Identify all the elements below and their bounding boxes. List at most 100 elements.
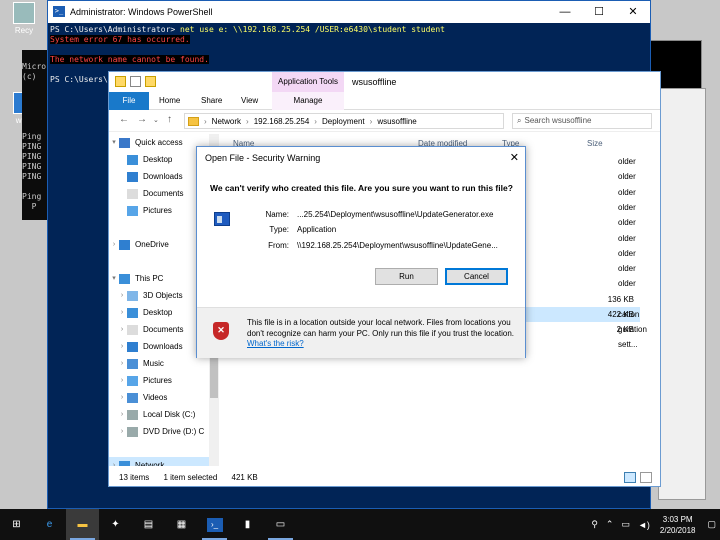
chevron-right-icon: › bbox=[314, 116, 317, 126]
taskbar-server-manager[interactable]: ▦ bbox=[165, 509, 198, 540]
nav-item-label: Desktop bbox=[143, 155, 173, 164]
chevron-right-icon[interactable]: › bbox=[117, 389, 127, 406]
breadcrumb-item[interactable]: Deployment bbox=[322, 117, 365, 126]
nav-item-desktop[interactable]: › Desktop bbox=[109, 304, 209, 321]
desktop-icon-recycle-bin[interactable]: Recy bbox=[4, 2, 44, 35]
column-size[interactable]: Size bbox=[587, 139, 603, 148]
chevron-right-icon[interactable]: › bbox=[117, 304, 127, 321]
nav-item-local-disk-c[interactable]: › Local Disk (C:) bbox=[109, 406, 209, 423]
properties-icon[interactable] bbox=[130, 76, 141, 87]
app-icon: ✦ bbox=[111, 519, 120, 530]
chevron-right-icon[interactable]: › bbox=[117, 287, 127, 304]
nav-item-3d-objects[interactable]: › 3D Objects bbox=[109, 287, 209, 304]
nav-item-documents[interactable]: Documents bbox=[109, 185, 209, 202]
taskbar-app-1[interactable]: ✦ bbox=[99, 509, 132, 540]
taskbar-edge[interactable]: e bbox=[33, 509, 66, 540]
taskbar-explorer[interactable]: ▬ bbox=[66, 509, 99, 540]
taskbar-app-2[interactable]: ▮ bbox=[231, 509, 264, 540]
tab-view[interactable]: View bbox=[241, 92, 258, 110]
up-button[interactable]: ↑ bbox=[167, 114, 172, 125]
nav-item-label: OneDrive bbox=[135, 240, 169, 249]
nav-item-documents[interactable]: › Documents bbox=[109, 321, 209, 338]
nav-item-downloads[interactable]: › Downloads bbox=[109, 338, 209, 355]
close-button[interactable]: ✕ bbox=[616, 1, 650, 23]
maximize-button[interactable]: ☐ bbox=[582, 1, 616, 23]
tab-file[interactable]: File bbox=[109, 92, 149, 110]
close-icon[interactable]: ✕ bbox=[510, 147, 519, 169]
people-icon[interactable]: ⚲ bbox=[591, 519, 598, 530]
chevron-right-icon[interactable]: › bbox=[117, 423, 127, 440]
start-button[interactable]: ⊞ bbox=[0, 509, 33, 540]
folder-icon: ▬ bbox=[77, 519, 88, 530]
background-window[interactable] bbox=[658, 88, 706, 500]
nav-item-desktop[interactable]: Desktop bbox=[109, 151, 209, 168]
chevron-right-icon: › bbox=[204, 116, 207, 126]
address-row: ← → ⌄ ↑ › Network › 192.168.25.254 › Dep… bbox=[109, 110, 660, 132]
chevron-down-icon[interactable]: ▾ bbox=[109, 270, 119, 287]
recent-locations-chevron-icon[interactable]: ⌄ bbox=[153, 116, 159, 124]
ribbon-tabs: File Home Share View Manage bbox=[109, 92, 660, 110]
navigation-pane[interactable]: ▾ Quick access Desktop Downloads Documents Pi… bbox=[109, 134, 209, 466]
search-placeholder: Search wsusoffline bbox=[524, 116, 592, 125]
chevron-right-icon[interactable]: › bbox=[117, 372, 127, 389]
network-icon[interactable]: ▭ bbox=[621, 519, 630, 530]
tab-share[interactable]: Share bbox=[201, 92, 222, 110]
desktop-icon bbox=[127, 307, 138, 318]
large-icons-view-icon[interactable] bbox=[640, 472, 652, 483]
nav-item-label: Music bbox=[143, 359, 164, 368]
nav-item-network[interactable]: › Network bbox=[109, 457, 209, 466]
file-size: 422 KB bbox=[607, 310, 634, 319]
breadcrumb-item[interactable]: Network bbox=[212, 117, 241, 126]
item-count: 13 items bbox=[119, 473, 150, 482]
nav-item-dvd-drive-d-c[interactable]: › DVD Drive (D:) C bbox=[109, 423, 209, 440]
chevron-right-icon[interactable]: › bbox=[109, 236, 119, 253]
chevron-down-icon[interactable]: ▾ bbox=[109, 134, 119, 151]
chevron-up-icon[interactable]: ⌃ bbox=[606, 519, 614, 530]
taskbar-notepad[interactable]: ▤ bbox=[132, 509, 165, 540]
taskbar-cmd[interactable]: ▭ bbox=[264, 509, 297, 540]
whats-the-risk-link[interactable]: What's the risk? bbox=[247, 339, 304, 348]
chevron-right-icon[interactable]: › bbox=[117, 338, 127, 355]
tab-home[interactable]: Home bbox=[159, 92, 180, 110]
run-button[interactable]: Run bbox=[375, 268, 438, 285]
nav-item-this-pc[interactable]: ▾ This PC bbox=[109, 270, 209, 287]
file-type: older bbox=[618, 172, 636, 182]
chevron-right-icon[interactable]: › bbox=[109, 457, 119, 466]
tab-manage[interactable]: Manage bbox=[272, 92, 344, 110]
folder-icon[interactable] bbox=[115, 76, 126, 87]
nav-item-pictures[interactable]: Pictures bbox=[109, 202, 209, 219]
breadcrumb-item[interactable]: 192.168.25.254 bbox=[254, 117, 310, 126]
nav-item-onedrive[interactable]: › OneDrive bbox=[109, 236, 209, 253]
cancel-button[interactable]: Cancel bbox=[445, 268, 508, 285]
taskbar-powershell[interactable]: ›_ bbox=[198, 509, 231, 540]
file-type: older bbox=[618, 279, 636, 289]
app-icon: ▮ bbox=[244, 519, 251, 530]
back-button[interactable]: ← bbox=[119, 114, 129, 125]
nav-item-music[interactable]: › Music bbox=[109, 355, 209, 372]
notifications-icon[interactable]: ▢ bbox=[707, 519, 716, 530]
chevron-right-icon: › bbox=[369, 116, 373, 126]
security-warning-dialog[interactable]: Open File - Security Warning ✕ We can't … bbox=[196, 146, 526, 358]
powershell-titlebar[interactable]: >_ Administrator: Windows PowerShell — ☐… bbox=[48, 1, 650, 23]
minimize-button[interactable]: — bbox=[548, 1, 582, 23]
network-icon bbox=[119, 460, 130, 466]
recycle-bin-icon bbox=[13, 2, 35, 24]
nav-item-pictures[interactable]: › Pictures bbox=[109, 372, 209, 389]
breadcrumb-item[interactable]: wsusoffline bbox=[377, 117, 416, 126]
clock[interactable]: 3:03 PM 2/20/2018 bbox=[660, 514, 696, 536]
nav-item-videos[interactable]: › Videos bbox=[109, 389, 209, 406]
chevron-right-icon[interactable]: › bbox=[117, 355, 127, 372]
new-folder-icon[interactable] bbox=[145, 76, 156, 87]
dialog-titlebar[interactable]: Open File - Security Warning ✕ bbox=[197, 147, 525, 169]
volume-icon[interactable]: ◄) bbox=[638, 520, 650, 530]
details-view-icon[interactable] bbox=[624, 472, 636, 483]
chevron-right-icon[interactable]: › bbox=[117, 321, 127, 338]
search-input[interactable]: ⌕ Search wsusoffline bbox=[512, 113, 652, 129]
address-bar[interactable]: › Network › 192.168.25.254 › Deployment … bbox=[184, 113, 504, 129]
chevron-right-icon[interactable]: › bbox=[117, 406, 127, 423]
nav-item-downloads[interactable]: Downloads bbox=[109, 168, 209, 185]
forward-button[interactable]: → bbox=[137, 114, 147, 125]
nav-item-quick-access[interactable]: ▾ Quick access bbox=[109, 134, 209, 151]
selection-size: 421 KB bbox=[231, 473, 258, 482]
explorer-titlebar[interactable]: Application Tools wsusoffline bbox=[109, 72, 660, 92]
